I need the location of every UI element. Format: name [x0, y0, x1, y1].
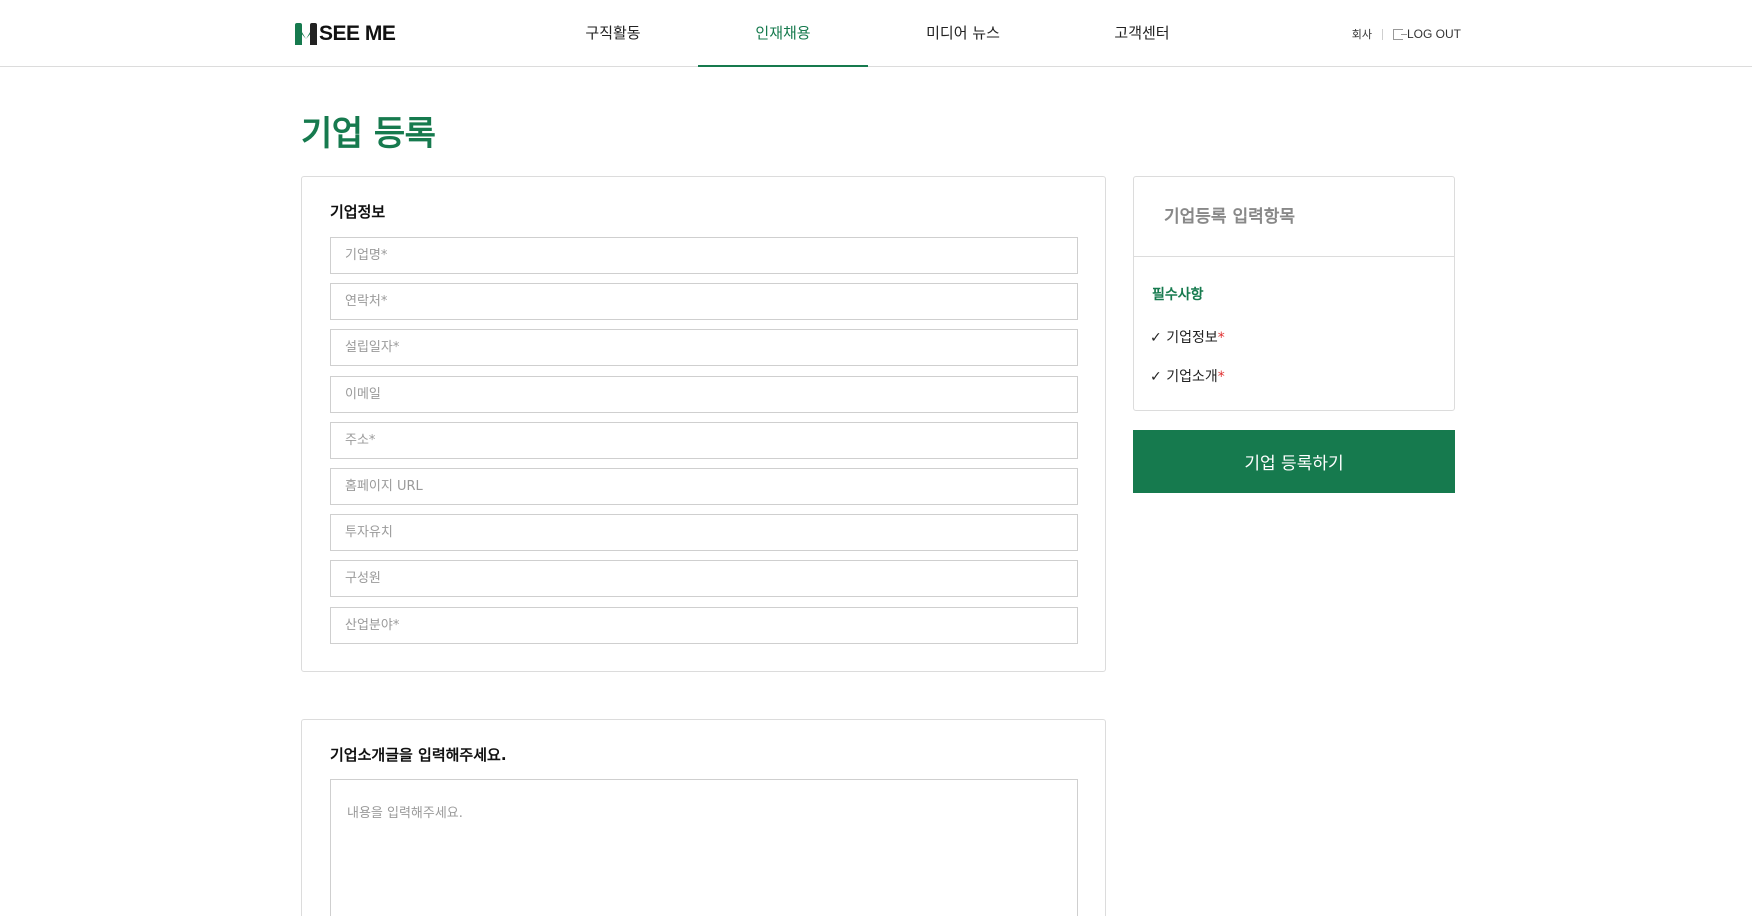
- required-item-company-intro: ✓ 기업소개*: [1150, 366, 1225, 386]
- nav-item-recruitment[interactable]: 인재채용: [698, 0, 868, 67]
- address-field[interactable]: [330, 422, 1078, 459]
- required-items-title: 기업등록 입력항목: [1134, 177, 1454, 257]
- nav-item-media-news[interactable]: 미디어 뉴스: [878, 0, 1048, 67]
- required-section-label: 필수사항: [1152, 287, 1204, 303]
- divider: [1381, 28, 1383, 40]
- top-header: SEE ME 구직활동 인재채용 미디어 뉴스 고객센터 회사 LOG OUT: [0, 0, 1752, 67]
- required-items-panel: 기업등록 입력항목 필수사항 ✓ 기업정보* ✓ 기업소개*: [1133, 176, 1455, 411]
- required-mark: *: [1217, 330, 1225, 346]
- check-icon: ✓: [1150, 369, 1162, 385]
- homepage-url-field[interactable]: [330, 468, 1078, 505]
- email-field[interactable]: [330, 376, 1078, 413]
- founding-date-field[interactable]: [330, 329, 1078, 366]
- check-icon: ✓: [1150, 330, 1162, 346]
- nav-item-customer-center[interactable]: 고객센터: [1057, 0, 1227, 67]
- investment-field[interactable]: [330, 514, 1078, 551]
- logo-mark-icon: [295, 23, 317, 45]
- logout-icon: [1392, 28, 1407, 40]
- company-intro-card: 기업소개글을 입력해주세요.: [301, 719, 1106, 916]
- user-type-label: 회사: [1351, 28, 1372, 41]
- company-intro-heading: 기업소개글을 입력해주세요.: [330, 746, 507, 764]
- nav-item-job-search[interactable]: 구직활동: [528, 0, 698, 67]
- members-field[interactable]: [330, 560, 1078, 597]
- required-item-company-info: ✓ 기업정보*: [1150, 327, 1225, 347]
- logout-button[interactable]: LOG OUT: [1392, 27, 1461, 41]
- company-intro-textarea[interactable]: [330, 779, 1078, 916]
- industry-field[interactable]: [330, 607, 1078, 644]
- contact-field[interactable]: [330, 283, 1078, 320]
- user-utility: 회사 LOG OUT: [1352, 26, 1461, 42]
- company-info-heading: 기업정보: [330, 203, 386, 221]
- required-item-label: 기업소개: [1166, 369, 1218, 385]
- logo-text: SEE ME: [319, 22, 396, 45]
- company-info-card: 기업정보: [301, 176, 1106, 672]
- required-mark: *: [1217, 369, 1225, 385]
- company-name-field[interactable]: [330, 237, 1078, 274]
- required-item-label: 기업정보: [1166, 330, 1218, 346]
- logo[interactable]: SEE ME: [295, 22, 396, 46]
- register-company-button[interactable]: 기업 등록하기: [1133, 430, 1455, 493]
- logout-label: LOG OUT: [1406, 27, 1461, 41]
- page-title: 기업 등록: [301, 114, 436, 154]
